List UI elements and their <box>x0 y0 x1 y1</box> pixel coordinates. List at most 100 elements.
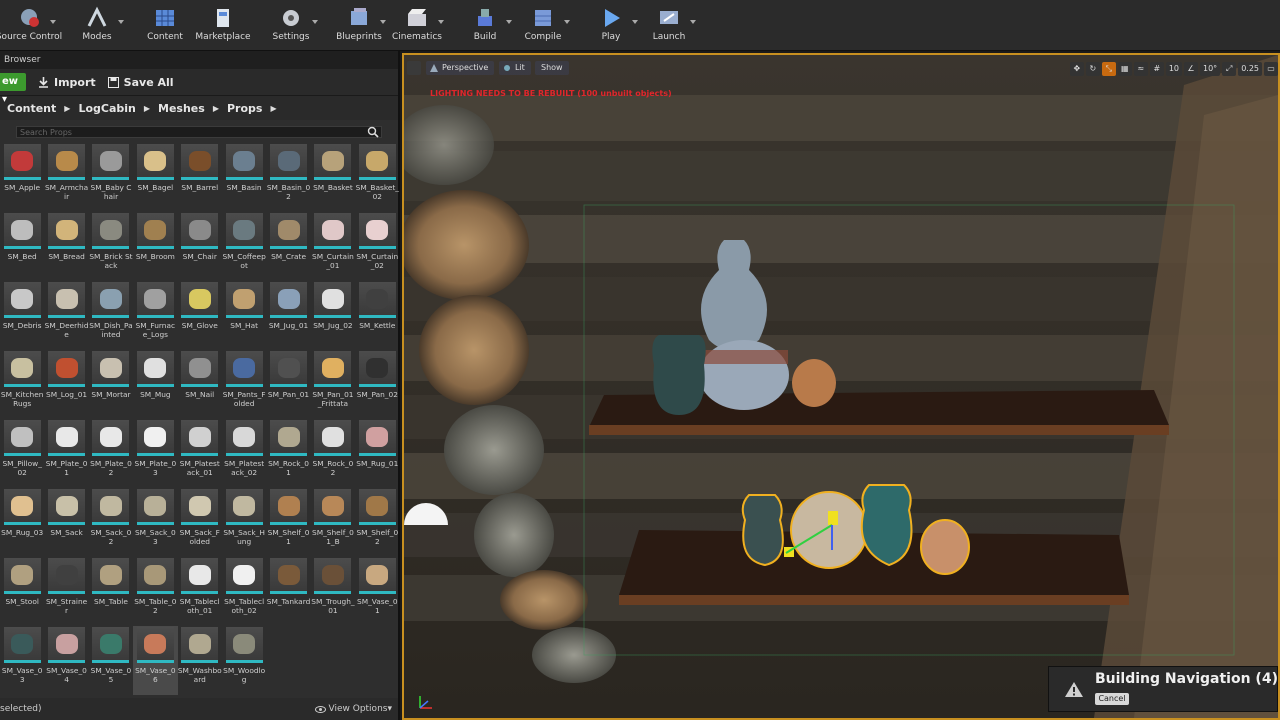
content-toolbar-button[interactable]: Content <box>136 0 194 50</box>
asset-tile[interactable]: SM_Table_02 <box>133 557 177 626</box>
asset-tile[interactable]: SM_Plate_02 <box>89 419 133 488</box>
asset-tile[interactable]: SM_Nail <box>178 350 222 419</box>
asset-tile[interactable]: SM_Tablecloth_01 <box>178 557 222 626</box>
scale-snap-value[interactable]: 0.25 <box>1238 62 1262 76</box>
lit-button[interactable]: Lit <box>499 61 531 75</box>
surface-snap-icon[interactable]: ≈ <box>1133 62 1148 76</box>
asset-tile[interactable]: SM_Jug_01 <box>266 281 310 350</box>
asset-tile[interactable]: SM_Pan_02 <box>355 350 399 419</box>
asset-tile[interactable]: SM_Basket_02 <box>355 143 399 212</box>
asset-tile[interactable]: SM_Table <box>89 557 133 626</box>
asset-tile[interactable]: SM_Crate <box>266 212 310 281</box>
search-input[interactable]: Search Props <box>16 126 382 138</box>
asset-tile[interactable]: SM_Jug_02 <box>311 281 355 350</box>
asset-tile[interactable]: SM_Pants_Folded <box>222 350 266 419</box>
asset-tile[interactable]: SM_Rock_01 <box>266 419 310 488</box>
asset-tile[interactable]: SM_Sack_02 <box>89 488 133 557</box>
view-options-button[interactable]: View Options ▾ <box>314 704 392 714</box>
asset-tile[interactable]: SM_Sack_03 <box>133 488 177 557</box>
asset-tile[interactable]: SM_Deerhide <box>44 281 89 350</box>
asset-tile[interactable]: SM_Bed <box>0 212 44 281</box>
asset-tile[interactable]: SM_Rug_03 <box>0 488 44 557</box>
asset-tile[interactable]: SM_Shelf_01_B <box>311 488 355 557</box>
scale-tool-icon[interactable]: ⤡ <box>1101 62 1116 76</box>
asset-tile[interactable]: SM_Debris <box>0 281 44 350</box>
asset-tile[interactable]: SM_Curtain_01 <box>311 212 355 281</box>
import-button[interactable]: Import <box>38 76 96 89</box>
asset-tile[interactable]: SM_Woodlog <box>222 626 266 695</box>
asset-tile[interactable]: SM_Brick Stack <box>89 212 133 281</box>
dropdown-arrow-icon[interactable] <box>506 20 512 24</box>
asset-tile[interactable]: SM_Pillow_02 <box>0 419 44 488</box>
asset-tile[interactable]: SM_Trough_01 <box>311 557 355 626</box>
asset-tile[interactable]: SM_Vase_01 <box>355 557 399 626</box>
asset-tile[interactable]: SM_Kitchen Rugs <box>0 350 44 419</box>
asset-tile[interactable]: SM_Plate_01 <box>44 419 88 488</box>
asset-tile[interactable]: SM_Broom <box>133 212 177 281</box>
asset-tile[interactable]: SM_Rock_02 <box>311 419 355 488</box>
modes-toolbar-button[interactable]: Modes <box>68 0 126 50</box>
asset-tile[interactable]: SM_Furnace_Logs <box>133 281 177 350</box>
dropdown-arrow-icon[interactable] <box>564 20 570 24</box>
perspective-button[interactable]: Perspective <box>426 61 495 75</box>
asset-tile[interactable]: SM_Washboard <box>178 626 222 695</box>
dropdown-arrow-icon[interactable] <box>380 20 386 24</box>
asset-tile[interactable]: SM_Mortar <box>89 350 133 419</box>
grid-snap-icon[interactable]: # <box>1149 62 1164 76</box>
asset-tile[interactable]: SM_Vase_06 <box>133 626 178 695</box>
blueprints-toolbar-button[interactable]: Blueprints <box>330 0 388 50</box>
asset-tile[interactable]: SM_Tablecloth_02 <box>222 557 266 626</box>
add-new-button[interactable]: ew ▾ <box>0 73 26 105</box>
asset-tile[interactable]: SM_Basin <box>222 143 266 212</box>
viewport-menu-button[interactable] <box>407 61 421 75</box>
rotate-tool-icon[interactable]: ↻ <box>1085 62 1100 76</box>
asset-tile[interactable]: SM_Armchair <box>44 143 88 212</box>
cancel-button[interactable]: Cancel <box>1095 693 1129 705</box>
dropdown-arrow-icon[interactable] <box>690 20 696 24</box>
settings-toolbar-button[interactable]: Settings <box>262 0 320 50</box>
source-control-toolbar-button[interactable]: Source Control <box>0 0 62 50</box>
show-button[interactable]: Show <box>535 61 569 75</box>
asset-tile[interactable]: SM_Plate_03 <box>133 419 177 488</box>
cinematics-toolbar-button[interactable]: Cinematics <box>388 0 446 50</box>
dropdown-arrow-icon[interactable] <box>118 20 124 24</box>
play-toolbar-button[interactable]: Play <box>582 0 640 50</box>
asset-tile[interactable]: SM_Sack_Folded <box>178 488 222 557</box>
asset-tile[interactable]: SM_Kettle <box>355 281 399 350</box>
level-viewport[interactable]: Perspective Lit Show ✥ ↻ ⤡ ▦ ≈ # 10 ∠ 10… <box>402 53 1280 720</box>
asset-tile[interactable]: SM_Shelf_02 <box>355 488 399 557</box>
asset-tile[interactable]: SM_Bagel <box>133 143 177 212</box>
scale-snap-icon[interactable]: ⤢ <box>1222 62 1237 76</box>
scene-render[interactable] <box>404 55 1278 718</box>
chevron-right-icon[interactable]: ▶ <box>270 104 276 113</box>
asset-tile[interactable]: SM_Bread <box>44 212 88 281</box>
chevron-right-icon[interactable]: ▶ <box>64 104 70 113</box>
dropdown-arrow-icon[interactable] <box>632 20 638 24</box>
search-icon[interactable] <box>367 126 379 138</box>
asset-tile[interactable]: SM_Log_01 <box>44 350 88 419</box>
asset-tile[interactable]: SM_Vase_04 <box>44 626 88 695</box>
dropdown-arrow-icon[interactable] <box>312 20 318 24</box>
asset-tile[interactable]: SM_Rug_01 <box>355 419 399 488</box>
asset-tile[interactable]: SM_Mug <box>133 350 177 419</box>
breadcrumb-item[interactable]: LogCabin <box>78 102 135 115</box>
asset-tile[interactable]: SM_Sack <box>44 488 88 557</box>
asset-tile[interactable]: SM_Platestack_02 <box>222 419 266 488</box>
world-local-icon[interactable]: ▦ <box>1117 62 1132 76</box>
asset-tile[interactable]: SM_Apple <box>0 143 44 212</box>
asset-tile[interactable]: SM_Strainer <box>44 557 88 626</box>
chevron-right-icon[interactable]: ▶ <box>213 104 219 113</box>
asset-tile[interactable]: SM_Basin_02 <box>266 143 310 212</box>
breadcrumb-item[interactable]: Meshes <box>158 102 205 115</box>
compile-toolbar-button[interactable]: Compile <box>514 0 572 50</box>
rotation-snap-icon[interactable]: ∠ <box>1184 62 1198 76</box>
save-all-button[interactable]: Save All <box>107 76 174 89</box>
asset-tile[interactable]: SM_Basket <box>311 143 355 212</box>
asset-tile[interactable]: SM_Vase_05 <box>89 626 133 695</box>
asset-tile[interactable]: SM_Dish_Painted <box>89 281 133 350</box>
content-browser-tab[interactable]: Browser <box>0 51 398 69</box>
asset-tile[interactable]: SM_Curtain_02 <box>355 212 399 281</box>
breadcrumb-item[interactable]: Props <box>227 102 262 115</box>
marketplace-toolbar-button[interactable]: Marketplace <box>194 0 252 50</box>
asset-tile[interactable]: SM_Chair <box>178 212 222 281</box>
